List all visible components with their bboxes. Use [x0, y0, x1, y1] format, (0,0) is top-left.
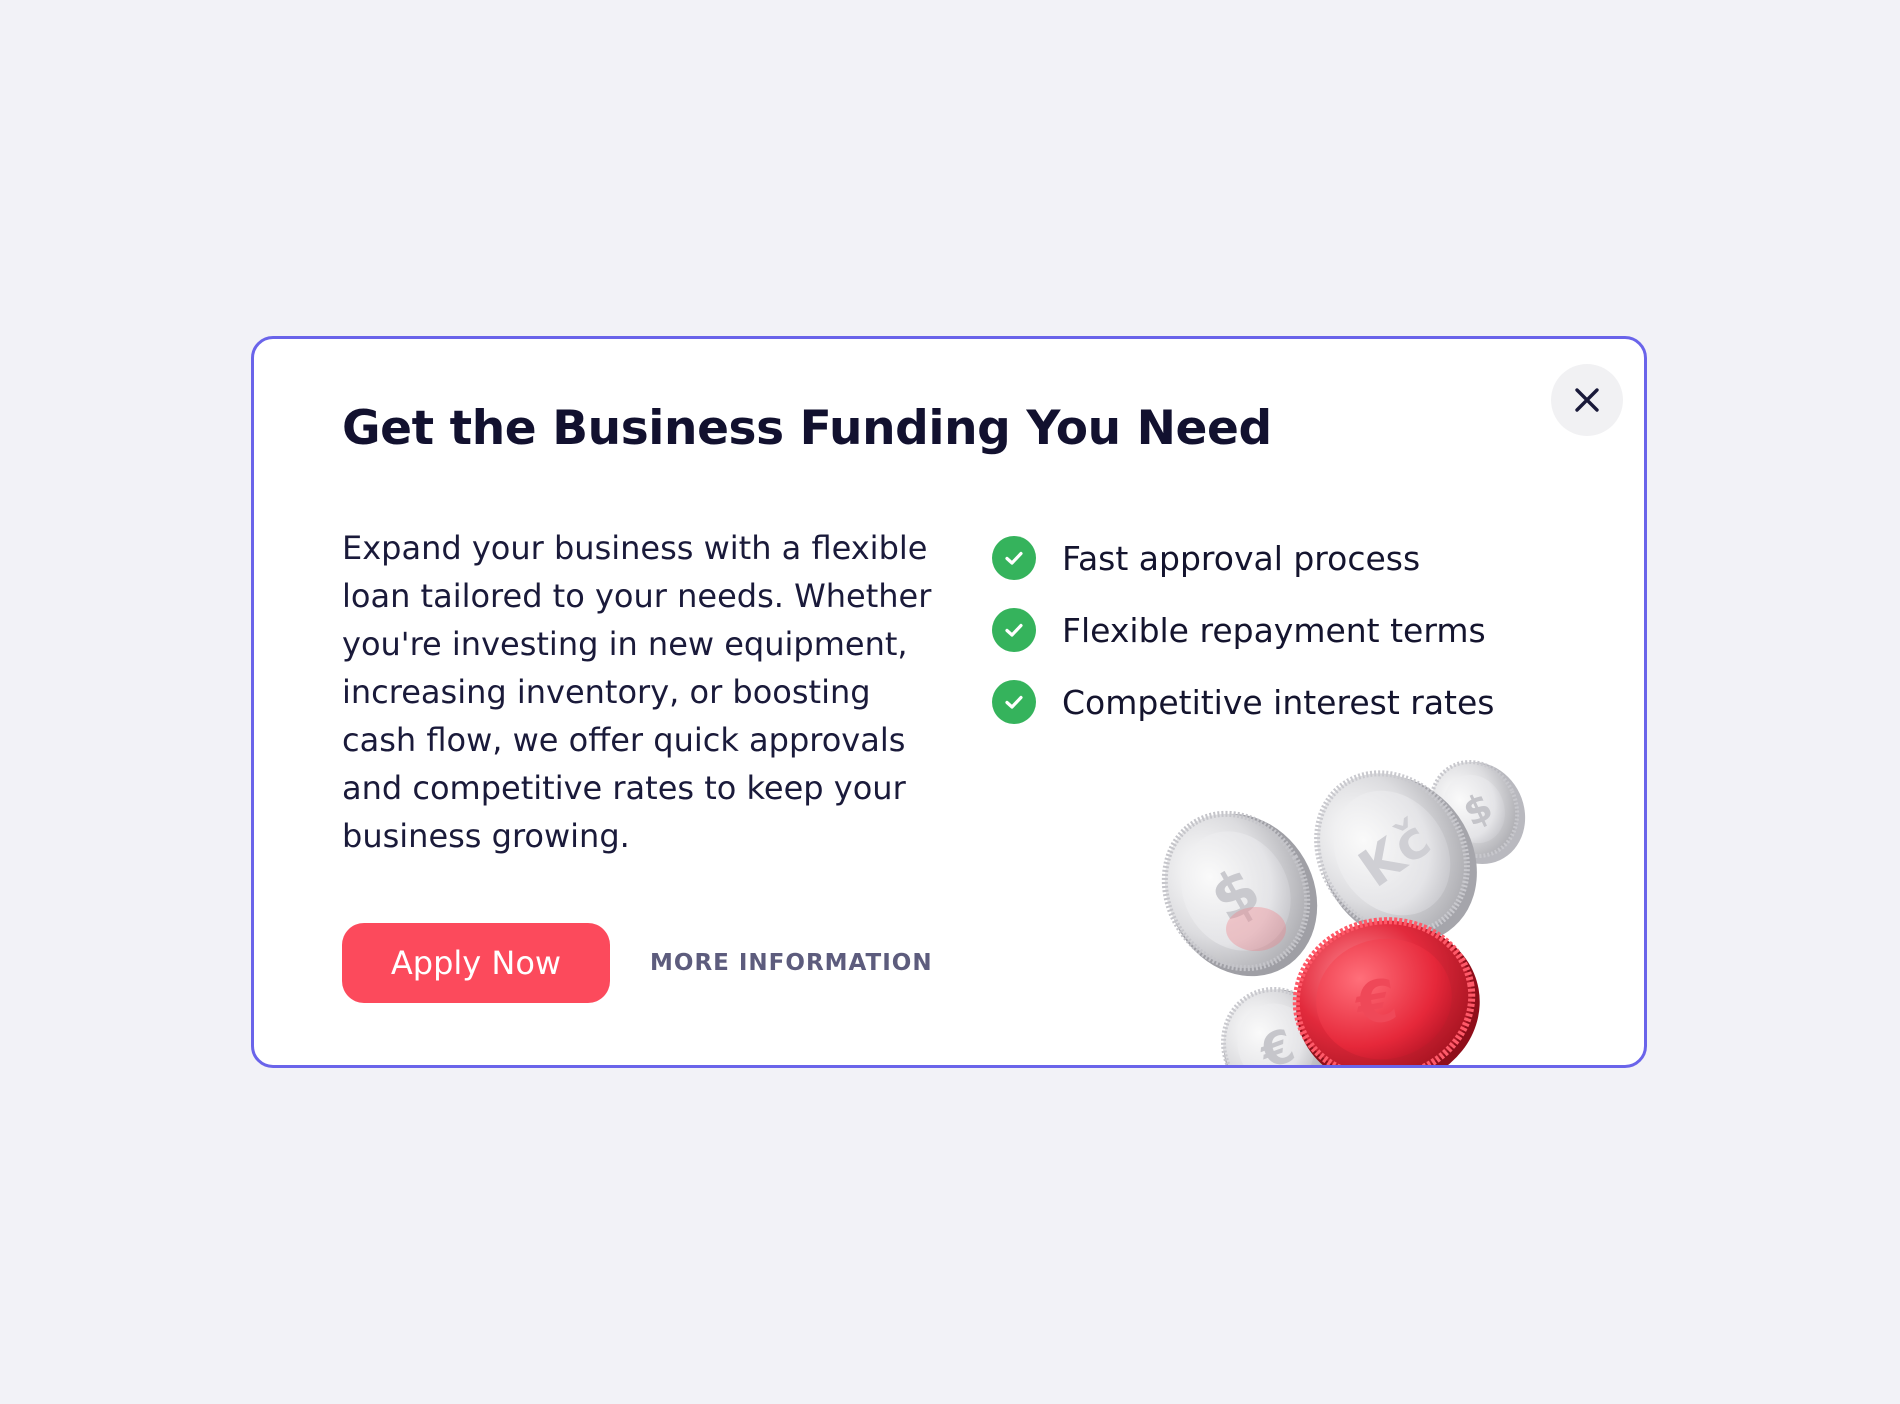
coins-illustration: $ $ Kč € € [1161, 760, 1526, 1065]
modal-description: Expand your business with a flexible loa… [342, 529, 932, 855]
close-icon [1575, 388, 1599, 412]
apply-now-button[interactable]: Apply Now [342, 923, 610, 1003]
feature-item: Fast approval process [992, 522, 1494, 594]
feature-item: Competitive interest rates [992, 666, 1494, 738]
close-button[interactable] [1551, 364, 1623, 436]
feature-label: Competitive interest rates [1062, 682, 1495, 722]
funding-modal: Get the Business Funding You Need Expand… [251, 336, 1647, 1068]
more-information-link[interactable]: MORE INFORMATION [650, 943, 933, 983]
feature-item: Flexible repayment terms [992, 594, 1494, 666]
feature-label: Flexible repayment terms [1062, 610, 1486, 650]
coin-euro-red: € [1292, 917, 1480, 1065]
feature-list: Fast approval process Flexible repayment… [992, 522, 1494, 738]
modal-title: Get the Business Funding You Need [342, 401, 1272, 456]
check-circle-icon [992, 680, 1036, 724]
check-circle-icon [992, 536, 1036, 580]
check-circle-icon [992, 608, 1036, 652]
feature-label: Fast approval process [1062, 538, 1421, 578]
